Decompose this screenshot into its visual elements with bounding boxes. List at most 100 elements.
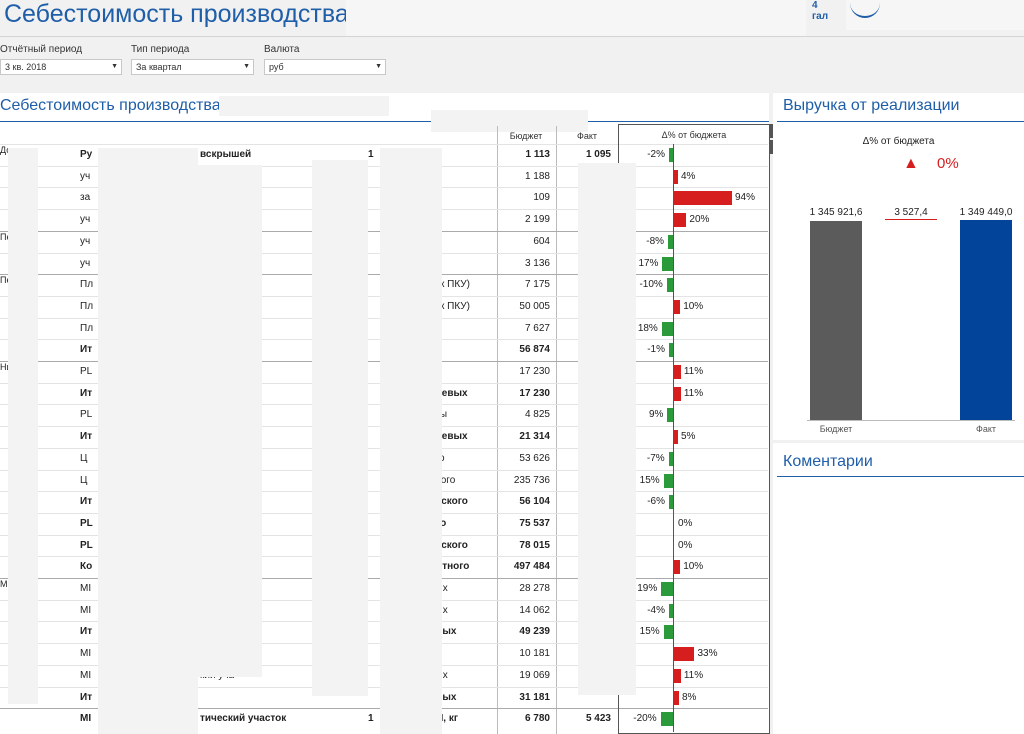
revenue-bar bbox=[960, 220, 1012, 420]
row-budget: 50 005 bbox=[519, 300, 550, 312]
row-unit bbox=[368, 579, 378, 601]
revenue-bar bbox=[810, 220, 862, 420]
revenue-category-label: Факт bbox=[975, 424, 996, 434]
row-code: уч bbox=[80, 170, 91, 182]
row-unit bbox=[368, 449, 378, 471]
redacted-area bbox=[380, 148, 442, 734]
row-code: за bbox=[80, 192, 91, 204]
cost-panel-rule bbox=[0, 121, 769, 122]
row-code: Ит bbox=[80, 431, 93, 443]
revenue-value-label: 1 345 921,6 bbox=[809, 207, 863, 218]
row-code: Ко bbox=[80, 561, 93, 573]
quarter-badge: 4 гал bbox=[812, 0, 838, 22]
row-budget: 6 780 bbox=[524, 713, 550, 725]
redacted-area bbox=[98, 148, 198, 734]
row-unit bbox=[368, 644, 378, 666]
row-code: уч bbox=[80, 257, 91, 269]
redacted-area bbox=[8, 148, 38, 704]
row-code: Ит bbox=[80, 344, 93, 356]
row-unit bbox=[368, 688, 378, 710]
triangle-up-icon: ▲ bbox=[903, 155, 919, 172]
row-budget: 56 104 bbox=[519, 496, 550, 508]
row-code: МІ bbox=[80, 604, 92, 616]
comments-panel: Коментарии bbox=[773, 443, 1024, 734]
row-unit bbox=[368, 536, 378, 558]
filter-period-select[interactable]: 3 кв. 2018 ▼ bbox=[0, 59, 122, 75]
row-code: Пл bbox=[80, 322, 94, 334]
filter-period-type-select[interactable]: За квартал ▼ bbox=[131, 59, 254, 75]
row-budget: 17 230 bbox=[519, 366, 550, 377]
row-code: МІ bbox=[80, 713, 92, 725]
row-budget: 21 314 bbox=[519, 431, 550, 443]
row-budget: 56 874 bbox=[519, 344, 550, 356]
revenue-value-label: 3 527,4 bbox=[894, 207, 928, 218]
row-budget: 1 188 bbox=[524, 170, 550, 182]
row-code: PL bbox=[80, 366, 93, 377]
row-unit bbox=[368, 514, 378, 536]
row-budget: 1 113 bbox=[525, 149, 550, 160]
row-budget: 78 015 bbox=[519, 539, 550, 551]
row-budget: 49 239 bbox=[519, 626, 550, 638]
row-unit: 1 bbox=[368, 149, 374, 160]
row-budget: 31 181 bbox=[519, 691, 550, 703]
revenue-panel-title: Выручка от реализации bbox=[783, 97, 960, 114]
revenue-delta-value: 0% bbox=[937, 155, 959, 172]
filter-currency-label: Валюта bbox=[264, 44, 300, 55]
revenue-bar-delta bbox=[885, 219, 937, 220]
row-unit bbox=[368, 188, 378, 210]
row-code: Ит bbox=[80, 691, 93, 703]
row-budget: 235 736 bbox=[513, 474, 550, 486]
chevron-down-icon: ▼ bbox=[375, 63, 382, 70]
row-name: вскрышей bbox=[200, 149, 252, 160]
chevron-down-icon: ▼ bbox=[243, 63, 250, 70]
row-code: МІ bbox=[80, 669, 92, 681]
row-unit bbox=[368, 319, 378, 341]
row-budget: 28 278 bbox=[519, 583, 550, 594]
filter-period-value: 3 кв. 2018 bbox=[5, 62, 47, 72]
row-unit bbox=[368, 557, 378, 579]
row-unit: 1 bbox=[368, 713, 374, 725]
filter-period-label: Отчётный период bbox=[0, 44, 83, 55]
row-unit bbox=[368, 471, 378, 493]
delta-column-frame bbox=[618, 124, 770, 734]
filter-currency-select[interactable]: руб ▼ bbox=[264, 59, 386, 75]
row-unit bbox=[368, 405, 378, 427]
filter-currency-value: руб bbox=[269, 62, 284, 72]
comments-panel-rule bbox=[777, 476, 1024, 477]
redacted-area bbox=[431, 110, 588, 132]
row-code: Ц bbox=[80, 474, 88, 486]
revenue-category-label: Бюджет bbox=[819, 424, 853, 434]
col-header-fact: Факт bbox=[576, 131, 597, 141]
row-budget: 7 175 bbox=[524, 279, 550, 291]
row-code: МІ bbox=[80, 648, 92, 660]
row-budget: 53 626 bbox=[519, 452, 550, 464]
row-unit bbox=[368, 232, 378, 254]
row-unit bbox=[368, 254, 378, 276]
row-name bbox=[200, 688, 312, 710]
row-code: Пл bbox=[80, 279, 94, 291]
row-code: PL bbox=[80, 409, 93, 421]
row-budget: 75 537 bbox=[519, 517, 550, 529]
row-code: Пл bbox=[80, 300, 94, 312]
row-code: Ит bbox=[80, 496, 93, 508]
row-code: МІ bbox=[80, 583, 92, 594]
filter-period: Отчётный период 3 кв. 2018 ▼ bbox=[0, 44, 122, 75]
row-budget: 17 230 bbox=[519, 387, 550, 399]
row-unit bbox=[368, 384, 378, 406]
row-unit bbox=[368, 601, 378, 623]
redacted-area bbox=[578, 163, 636, 695]
row-budget: 19 069 bbox=[519, 669, 550, 681]
row-budget: 497 484 bbox=[513, 561, 550, 573]
redacted-area bbox=[219, 96, 389, 116]
redacted-area bbox=[312, 160, 368, 696]
top-bar: Себестоимость производства ме 4 гал bbox=[0, 0, 1024, 37]
row-budget: 4 825 bbox=[524, 409, 550, 421]
filter-currency: Валюта руб ▼ bbox=[264, 44, 386, 75]
row-budget: 109 bbox=[533, 192, 550, 204]
row-unit bbox=[368, 297, 378, 319]
row-unit bbox=[368, 340, 378, 362]
chevron-down-icon: ▼ bbox=[111, 63, 118, 70]
revenue-chart-axis bbox=[807, 420, 1015, 421]
col-header-budget: Бюджет bbox=[509, 131, 543, 141]
row-name: тический участок bbox=[200, 713, 287, 725]
